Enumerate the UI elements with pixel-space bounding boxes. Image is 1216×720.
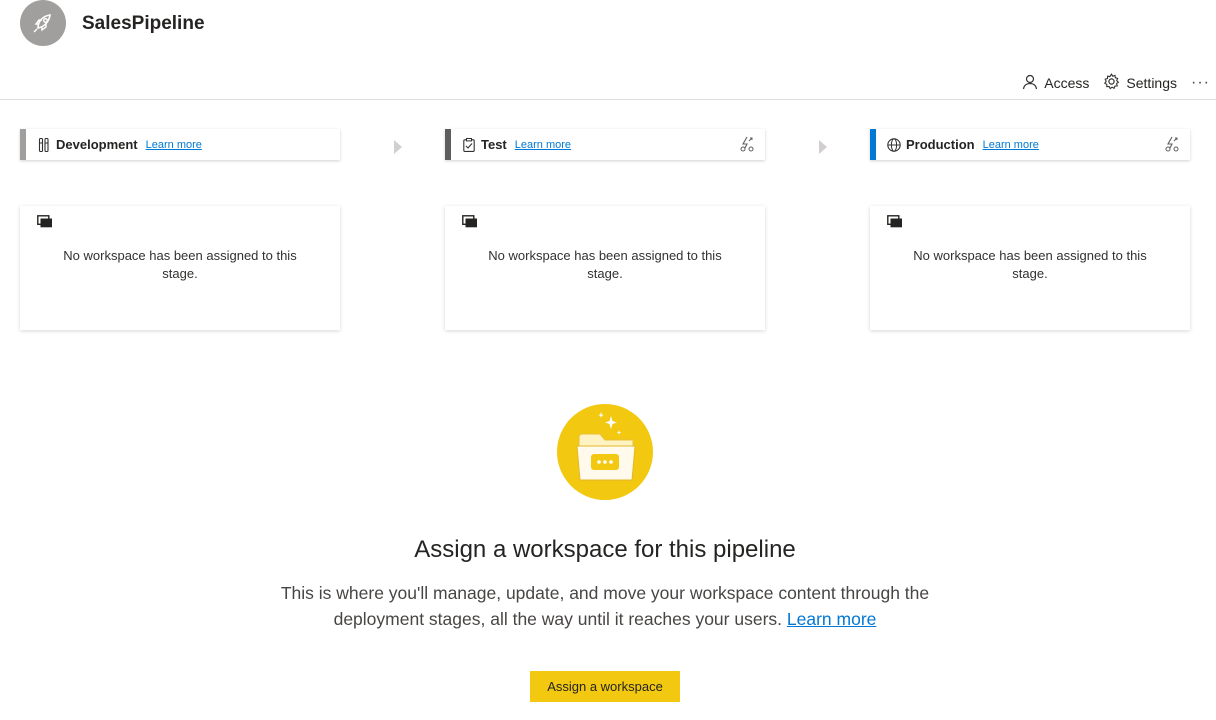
stage-learn-more-link[interactable]: Learn more <box>983 139 1039 151</box>
settings-button[interactable]: Settings <box>1103 73 1177 93</box>
chevron-right-icon <box>819 140 827 154</box>
empty-state-description: This is where you'll manage, update, and… <box>258 580 952 632</box>
stage-learn-more-link[interactable]: Learn more <box>146 139 202 151</box>
empty-state-learn-more-link[interactable]: Learn more <box>787 609 877 629</box>
clipboard-check-icon <box>462 137 476 152</box>
globe-icon <box>887 137 901 152</box>
stage-header-development[interactable]: Development Learn more <box>20 129 340 160</box>
stage-header-production[interactable]: Production Learn more <box>870 129 1190 160</box>
access-label: Access <box>1044 75 1090 91</box>
pipeline-header: SalesPipeline Access Settings ··· <box>0 0 1216 100</box>
stage-empty-text: No workspace has been assigned to this s… <box>913 248 1147 281</box>
tools-icon <box>37 137 51 152</box>
chevron-right-icon <box>394 140 402 154</box>
stage-name: Production <box>906 137 975 152</box>
stage-card-production: No workspace has been assigned to this s… <box>870 206 1190 330</box>
stage-name: Test <box>481 137 507 152</box>
stage-header-test[interactable]: Test Learn more <box>445 129 765 160</box>
assign-workspace-button[interactable]: Assign a workspace <box>530 671 680 702</box>
stage-card-development: No workspace has been assigned to this s… <box>20 206 340 330</box>
more-options-button[interactable]: ··· <box>1191 74 1210 92</box>
folder-illustration <box>555 402 655 502</box>
workspace-icon <box>37 215 53 229</box>
person-icon <box>1022 74 1038 93</box>
access-button[interactable]: Access <box>1022 74 1089 93</box>
rocket-icon <box>20 0 66 46</box>
deploy-icon[interactable] <box>1164 136 1180 152</box>
empty-state-title: Assign a workspace for this pipeline <box>414 536 796 563</box>
stage-empty-text: No workspace has been assigned to this s… <box>63 248 297 281</box>
stage-learn-more-link[interactable]: Learn more <box>515 139 571 151</box>
workspace-icon <box>462 215 478 229</box>
stage-name: Development <box>56 137 138 152</box>
gear-icon <box>1103 73 1120 93</box>
top-actions: Access Settings ··· <box>1022 72 1210 94</box>
settings-label: Settings <box>1126 75 1178 91</box>
workspace-icon <box>887 215 903 229</box>
pipeline-title: SalesPipeline <box>82 13 205 34</box>
stage-card-test: No workspace has been assigned to this s… <box>445 206 765 330</box>
stage-empty-text: No workspace has been assigned to this s… <box>488 248 722 281</box>
deploy-icon[interactable] <box>739 136 755 152</box>
